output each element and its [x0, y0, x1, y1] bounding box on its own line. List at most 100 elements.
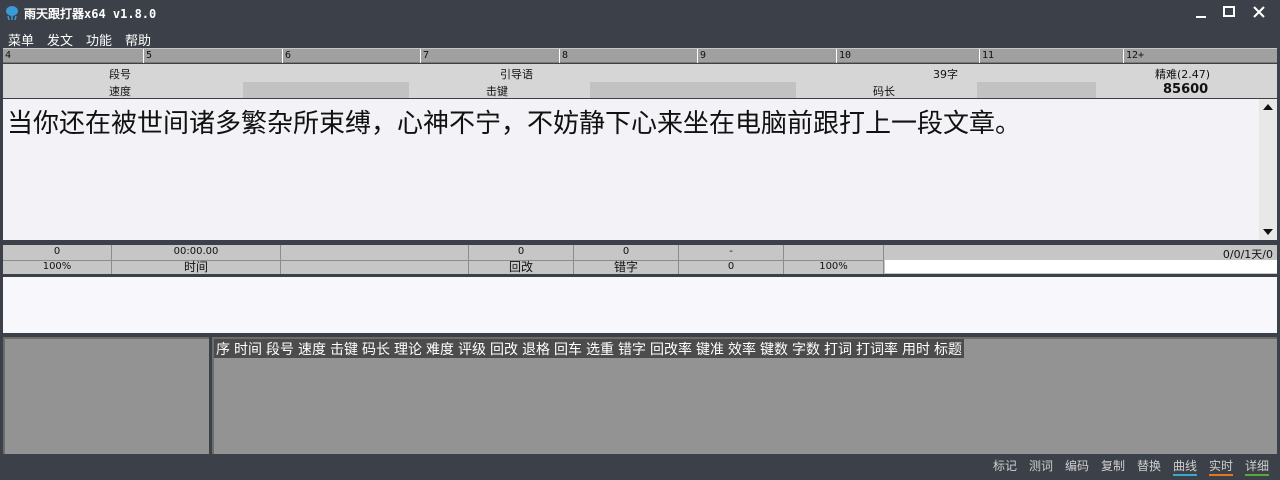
- maximize-icon: [1223, 6, 1235, 17]
- grid-column-header[interactable]: 打词: [822, 341, 854, 360]
- grid-column-header[interactable]: 用时: [900, 341, 932, 360]
- grid-column-header[interactable]: 键准: [694, 341, 726, 360]
- zero-value: 0: [679, 260, 783, 274]
- status-item-label: 实时: [1209, 459, 1234, 473]
- stats-bar: 0 100% 00:00.00 时间 0 回改 0 错字 - 0 100% 0/…: [3, 245, 1277, 274]
- grid-column-header[interactable]: 速度: [296, 341, 328, 360]
- menu-item-functions[interactable]: 功能: [86, 30, 112, 49]
- ruler-mark: 4: [5, 50, 12, 61]
- ruler-mark: 9: [697, 49, 706, 63]
- grid-column-header[interactable]: 序: [214, 341, 232, 360]
- status-item-label: 详细: [1245, 459, 1270, 473]
- article-display: 当你还在被世间诸多繁杂所束缚，心神不宁，不妨静下心来坐在电脑前跟打上一段文章。: [3, 99, 1259, 240]
- status-bar: 标记 测词 编码 复制 替换 曲线 实时 详细: [0, 456, 1280, 480]
- status-item[interactable]: 标记: [993, 458, 1017, 476]
- error-value: 0: [622, 246, 630, 257]
- grid-column-header[interactable]: 选重: [584, 341, 616, 360]
- stat-typed: 0 100%: [3, 245, 112, 274]
- grid-column-header[interactable]: 时间: [232, 341, 264, 360]
- stat-backspace: 0 回改: [469, 245, 574, 274]
- accuracy-value: 100%: [3, 260, 111, 274]
- grid-column-header[interactable]: 回车: [552, 341, 584, 360]
- grid-column-header[interactable]: 效率: [726, 341, 758, 360]
- stat-dash: - 0: [679, 245, 784, 274]
- keystroke-label: 击键: [486, 85, 508, 98]
- typed-count: 0: [53, 246, 61, 257]
- codelen-label: 码长: [873, 85, 895, 98]
- grid-column-header[interactable]: 键数: [758, 341, 790, 360]
- stat-percent: 100%: [784, 245, 884, 274]
- status-item[interactable]: 测词: [1029, 458, 1053, 476]
- guide-label: 引导语: [500, 68, 533, 81]
- maximize-button[interactable]: [1216, 2, 1242, 22]
- window-title: 雨天跟打器x64 v1.8.0: [24, 7, 157, 21]
- status-item-label: 编码: [1065, 459, 1090, 473]
- status-item-label: 标记: [993, 459, 1018, 473]
- stat-time: 00:00.00 时间: [112, 245, 281, 274]
- results-grid[interactable]: 序时间 段号 速度 击键 码长 理论 难度 评级 回改 退格 回车 选重 错字 回改率 键准 效率 键数 字数 打词…: [212, 337, 1277, 454]
- close-button[interactable]: [1246, 2, 1272, 22]
- grid-column-header[interactable]: 段号: [264, 341, 296, 360]
- status-item-underline: [1245, 474, 1270, 476]
- grid-column-header[interactable]: 标题: [932, 341, 964, 360]
- scroll-up-icon[interactable]: [1259, 99, 1277, 115]
- ruler-mark: 6: [282, 49, 291, 63]
- app-logo-icon: [6, 6, 18, 21]
- backspace-value: 0: [517, 246, 525, 257]
- grid-column-header[interactable]: 难度: [424, 341, 456, 360]
- status-item-label: 测词: [1029, 459, 1054, 473]
- status-item-underline: [1209, 474, 1234, 476]
- chart-panel: [3, 337, 209, 454]
- scroll-down-icon[interactable]: [1259, 224, 1277, 240]
- stat-errors: 0 错字: [574, 245, 679, 274]
- minimize-button[interactable]: [1188, 2, 1214, 22]
- keystroke-value-box: [590, 82, 796, 98]
- speed-value-box: [243, 82, 409, 98]
- grid-column-header[interactable]: 回改: [488, 341, 520, 360]
- ruler: 4 5 6 7 8 9 10 11 12+: [3, 48, 1277, 63]
- grid-header: 序时间 段号 速度 击键 码长 理论 难度 评级 回改 退格 回车 选重 错字 回改率 键准 效率 键数 字数 打词…: [214, 339, 964, 358]
- grid-column-header[interactable]: 回改率: [648, 341, 694, 360]
- grid-column-header[interactable]: 打词率: [854, 341, 900, 360]
- status-item-label: 替换: [1137, 459, 1162, 473]
- status-item-underline: [1173, 474, 1198, 476]
- grid-column-header[interactable]: 字数: [790, 341, 822, 360]
- grid-column-header[interactable]: 码长: [360, 341, 392, 360]
- status-item[interactable]: 替换: [1137, 458, 1161, 476]
- grid-column-header[interactable]: 击键: [328, 341, 360, 360]
- status-item[interactable]: 复制: [1101, 458, 1125, 476]
- difficulty-label: 精难(2.47): [1155, 68, 1211, 81]
- typing-input[interactable]: [3, 277, 1277, 333]
- menu-item-send-text[interactable]: 发文: [47, 30, 73, 49]
- status-item[interactable]: 详细: [1245, 458, 1270, 476]
- error-label: 错字: [574, 260, 678, 274]
- article-text: 当你还在被世间诸多繁杂所束缚，心神不宁，不妨静下心来坐在电脑前跟打上一段文章。: [7, 109, 1022, 139]
- menu-item-help[interactable]: 帮助: [125, 30, 151, 49]
- info-panel: 段号 引导语 39字 精难(2.47) 速度 击键 码长 85600: [3, 64, 1277, 98]
- status-item[interactable]: 实时: [1209, 458, 1234, 476]
- status-item[interactable]: 编码: [1065, 458, 1089, 476]
- grid-column-header[interactable]: 退格: [520, 341, 552, 360]
- progress-bar: [885, 260, 1277, 273]
- status-item-label: 复制: [1101, 459, 1126, 473]
- codelen-value-box: [977, 82, 1096, 98]
- close-icon: [1253, 6, 1265, 18]
- ruler-mark: 8: [559, 49, 568, 63]
- codelen-value: 85600: [1163, 82, 1209, 97]
- minimize-icon: [1196, 16, 1206, 18]
- ruler-mark: 12+: [1123, 49, 1144, 63]
- article-scrollbar[interactable]: [1259, 99, 1277, 240]
- stat-empty: [281, 245, 469, 274]
- menu-item-menu[interactable]: 菜单: [8, 30, 34, 49]
- segment-label: 段号: [109, 68, 131, 81]
- ruler-mark: 10: [836, 49, 851, 63]
- grid-column-header[interactable]: 理论: [392, 341, 424, 360]
- ruler-mark: 5: [143, 49, 152, 63]
- char-count: 39字: [933, 68, 958, 81]
- grid-column-header[interactable]: 错字: [616, 341, 648, 360]
- speed-label: 速度: [109, 85, 131, 98]
- grid-column-header[interactable]: 评级: [456, 341, 488, 360]
- time-label: 时间: [112, 260, 280, 274]
- status-item[interactable]: 曲线: [1173, 458, 1198, 476]
- title-bar: 雨天跟打器x64 v1.8.0: [0, 0, 1280, 26]
